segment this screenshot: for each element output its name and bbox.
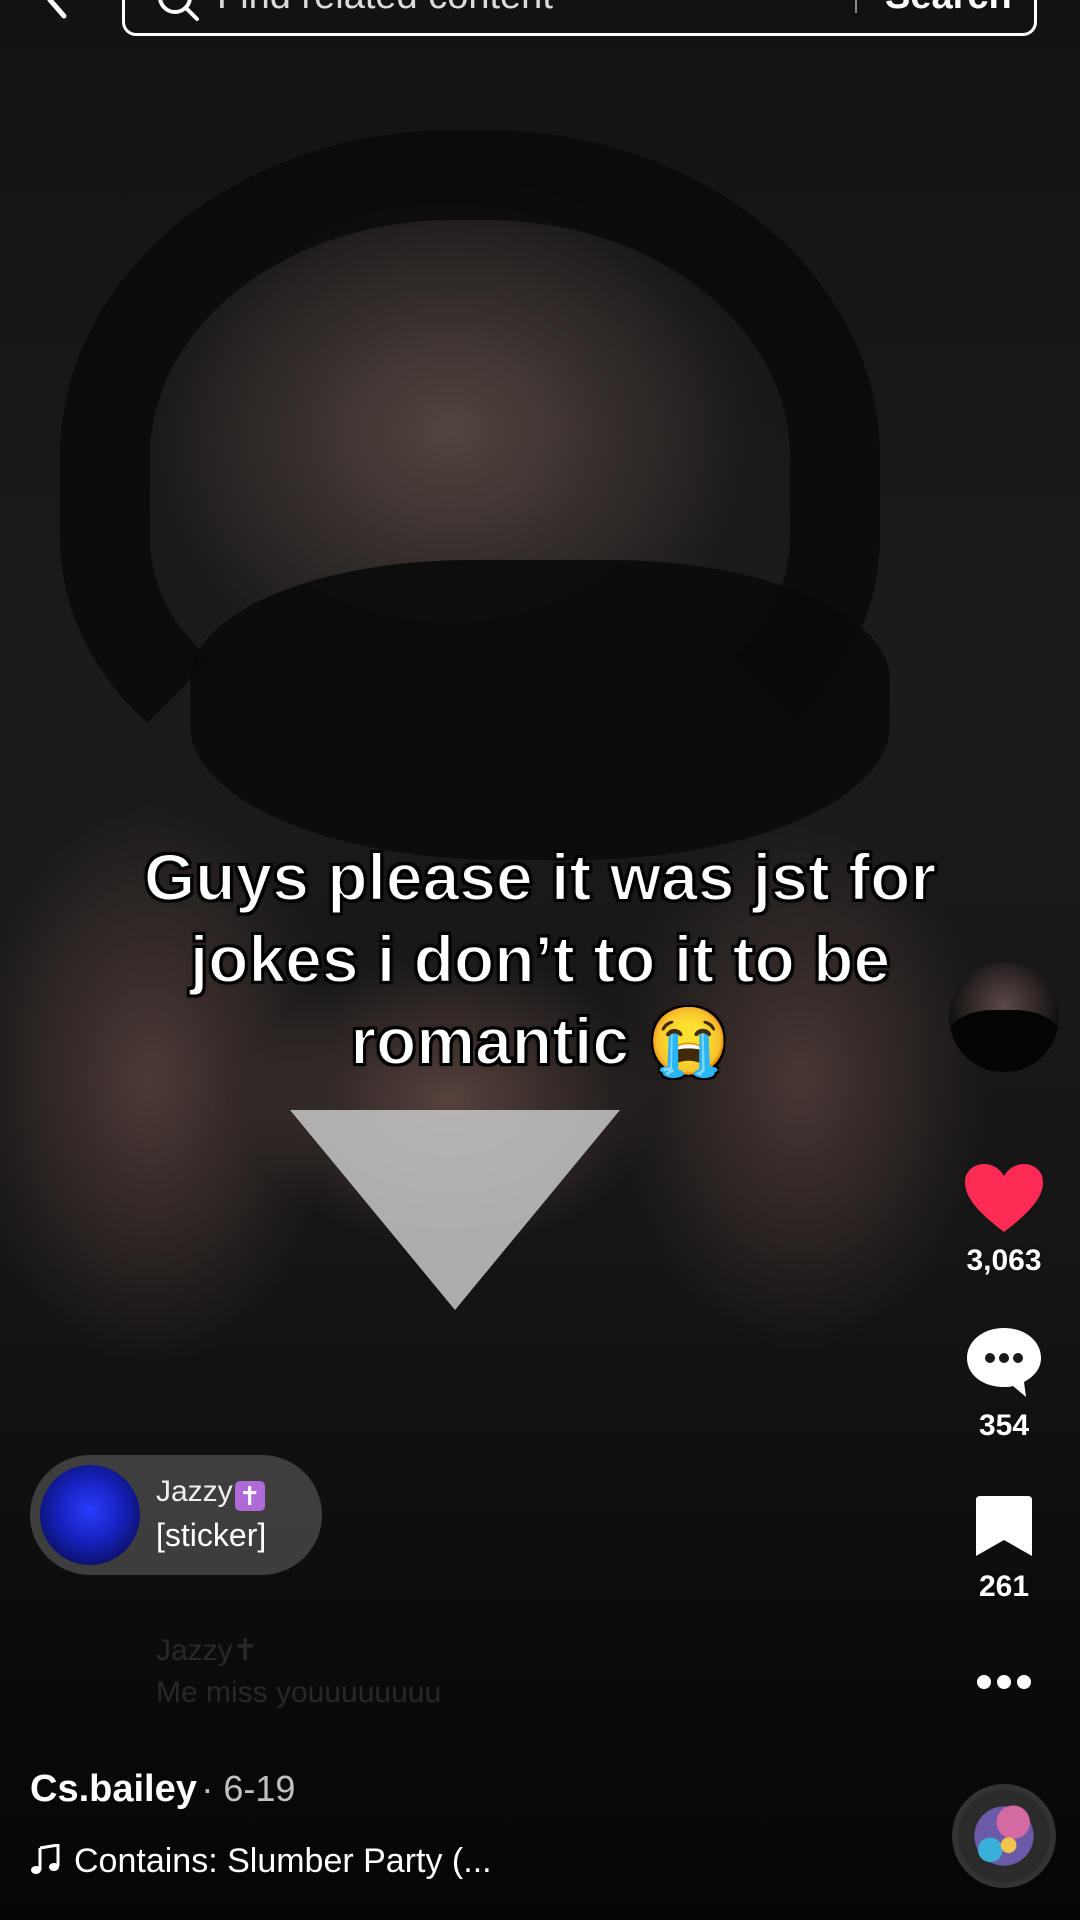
save-button[interactable]: 261 — [944, 1494, 1064, 1604]
music-note-icon — [31, 1844, 60, 1874]
search-divider — [855, 0, 857, 13]
author-line: Cs.bailey · 6-19 — [30, 1768, 295, 1811]
cross-icon: ✝ — [234, 1481, 265, 1511]
faded-comment-username: Jazzy✝ — [156, 1634, 258, 1667]
sound-title: Contains: Slumber Party (... — [74, 1842, 492, 1880]
comment-avatar — [40, 1465, 140, 1565]
search-icon — [158, 0, 199, 21]
video-background-mask — [190, 560, 890, 860]
comment-username: Jazzy ✝ — [156, 1475, 265, 1511]
bookmark-icon — [976, 1496, 1032, 1556]
top-search-bar: Find related content Search — [0, 0, 1080, 50]
back-arrow-icon[interactable] — [38, 0, 78, 20]
search-button[interactable]: Search — [885, 0, 1012, 18]
like-button[interactable]: 3,063 — [944, 1162, 1064, 1278]
author-name[interactable]: Cs.bailey — [30, 1768, 197, 1810]
save-count: 261 — [978, 1570, 1030, 1603]
like-count: 3,063 — [966, 1244, 1042, 1277]
floating-comment[interactable]: Jazzy ✝ [sticker] — [30, 1455, 322, 1575]
music-disc[interactable] — [952, 1784, 1056, 1888]
caption-line-1: Guys please it was jst for — [143, 839, 937, 915]
comment-count: 354 — [978, 1409, 1030, 1442]
video-caption: Guys please it was jst for jokes i don’t… — [100, 836, 980, 1082]
more-icon — [977, 1675, 1031, 1689]
sound-info[interactable]: Contains: Slumber Party (... — [30, 1842, 492, 1881]
caption-line-3: romantic 😭 — [349, 1003, 730, 1079]
comment-text: [sticker] — [156, 1517, 267, 1553]
heart-icon — [965, 1164, 1043, 1232]
video-feed-screen[interactable]: Find related content Search Guys please … — [0, 0, 1080, 1920]
faded-comment: Jazzy✝ Me miss youuuuuuuu — [156, 1630, 441, 1714]
post-date: · 6-19 — [201, 1768, 296, 1809]
search-placeholder: Find related content — [217, 0, 553, 18]
comment-button[interactable]: 354 — [944, 1325, 1064, 1443]
creator-avatar[interactable] — [949, 962, 1059, 1072]
comment-icon — [967, 1328, 1041, 1397]
faded-comment-text: Me miss youuuuuuuu — [156, 1676, 442, 1709]
caption-line-2: jokes i don’t to it to be — [189, 921, 891, 997]
video-background-shirt — [290, 1110, 620, 1310]
search-input[interactable]: Find related content Search — [122, 0, 1037, 36]
more-options-button[interactable] — [944, 1672, 1064, 1692]
